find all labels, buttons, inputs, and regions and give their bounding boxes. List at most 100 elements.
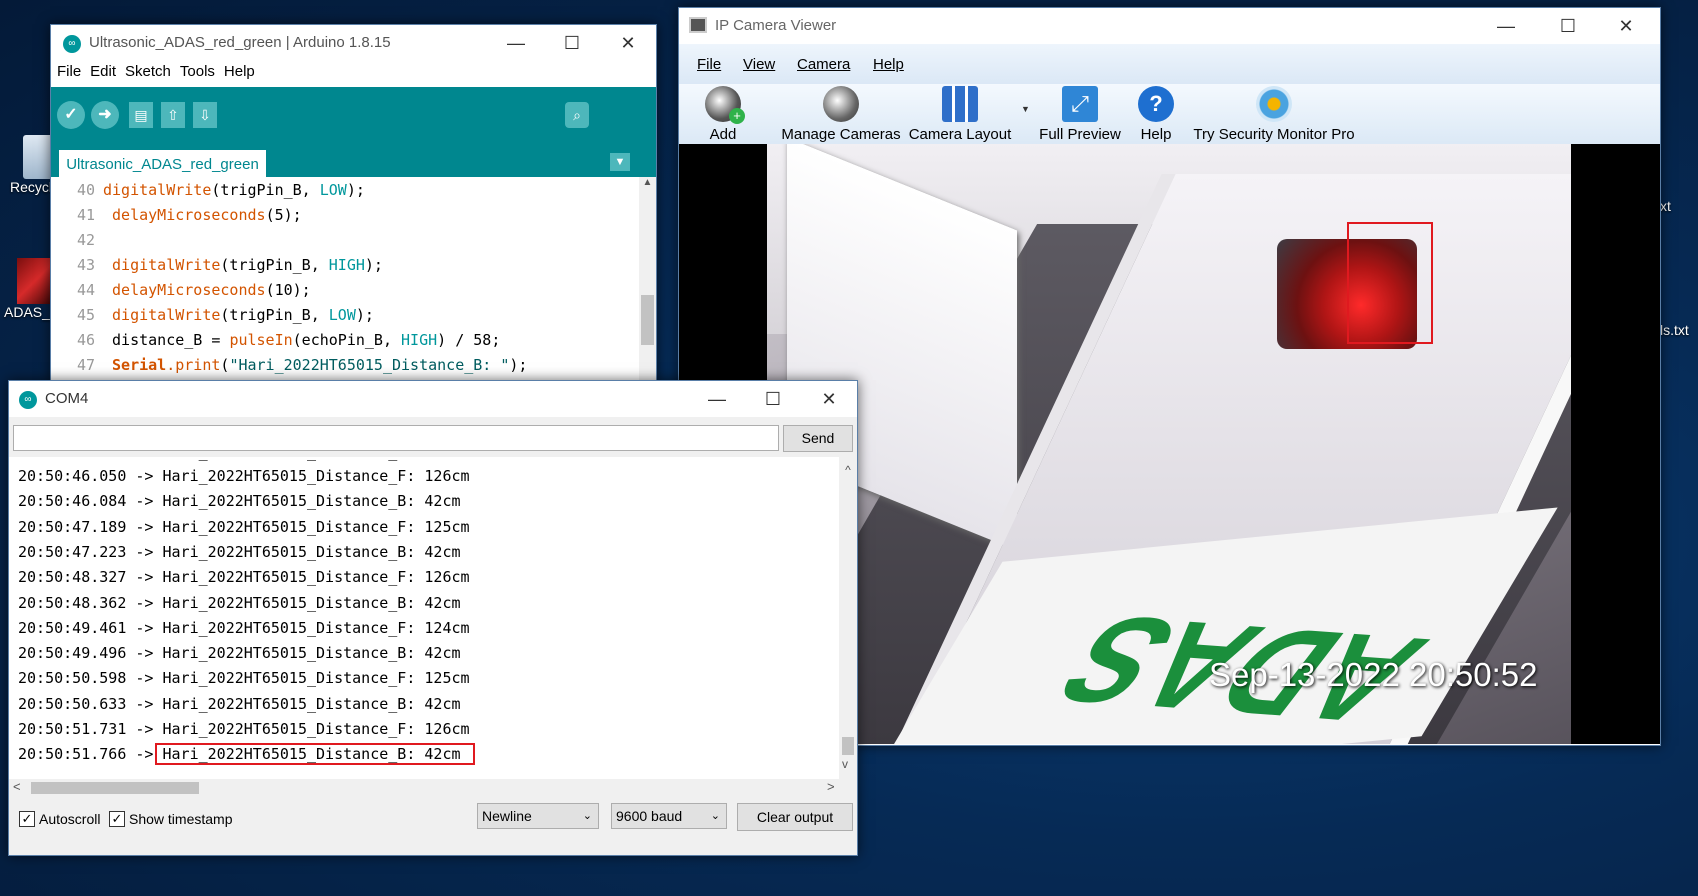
code-args: (5);	[265, 206, 302, 224]
feed-timestamp: Sep-13-2022 20:50:52	[1209, 656, 1538, 693]
line-number: 40	[76, 181, 95, 199]
code-function: .print	[166, 356, 221, 374]
code-line: 41 delayMicroseconds(5);	[51, 206, 302, 231]
arduino-titlebar[interactable]: ∞ Ultrasonic_ADAS_red_green | Arduino 1.…	[51, 25, 656, 61]
close-button[interactable]: ✕	[1598, 8, 1654, 44]
minimize-button[interactable]: —	[488, 25, 544, 61]
scroll-up-icon[interactable]: ^	[839, 463, 857, 477]
desktop-file-label[interactable]: xt	[1660, 198, 1671, 214]
arduino-logo-icon: ∞	[63, 35, 81, 53]
close-button[interactable]: ✕	[801, 381, 857, 417]
manage-cameras-icon	[823, 86, 859, 122]
editor-scrollbar[interactable]: ▲	[639, 177, 656, 385]
menu-view[interactable]: View	[743, 56, 775, 73]
camera-image: ADAS	[767, 144, 1571, 744]
camera-layout-button[interactable]: Camera Layout	[907, 86, 1013, 143]
close-button[interactable]: ✕	[600, 25, 656, 61]
code-object: Serial	[112, 356, 167, 374]
menu-edit[interactable]: Edit	[90, 63, 116, 80]
menu-help[interactable]: Help	[224, 63, 255, 80]
serial-footer: ✓ Autoscroll ✓ Show timestamp Newline ⌄ …	[9, 799, 857, 855]
scroll-right-icon[interactable]: >	[827, 779, 835, 794]
output-vertical-scrollbar[interactable]: ^ v	[839, 457, 857, 779]
desktop-file-label[interactable]: ls.txt	[1660, 322, 1689, 338]
scroll-down-icon[interactable]: v	[842, 757, 848, 771]
code-args: (trigPin_B,	[220, 256, 329, 274]
maximize-button[interactable]: ☐	[1540, 8, 1596, 44]
code-function: digitalWrite	[112, 256, 221, 274]
highlighted-reading: Hari_2022HT65015_Distance_B: 42cm	[154, 743, 475, 766]
menu-sketch[interactable]: Sketch	[125, 63, 171, 80]
help-label: Help	[1140, 126, 1172, 143]
maximize-button[interactable]: ☐	[745, 381, 801, 417]
serial-line: 20:50:51.731 -> Hari_2022HT65015_Distanc…	[18, 720, 470, 738]
minimize-button[interactable]: —	[1478, 8, 1534, 44]
menu-camera[interactable]: Camera	[797, 56, 850, 73]
serial-line-prefix: 20:50:51.766 ->	[18, 745, 154, 764]
line-number: 46	[76, 331, 95, 349]
upload-button[interactable]: ➜	[91, 101, 119, 129]
clear-output-button[interactable]: Clear output	[737, 803, 853, 831]
minimize-button[interactable]: —	[689, 381, 745, 417]
target-icon	[1256, 86, 1292, 122]
serial-monitor-button[interactable]: ⌕	[565, 102, 589, 128]
scrollbar-thumb[interactable]	[842, 737, 854, 755]
sketch-tab[interactable]: Ultrasonic_ADAS_red_green	[59, 150, 266, 178]
code-text: distance_B =	[112, 331, 230, 349]
scrollbar-thumb[interactable]	[31, 782, 199, 794]
layout-dropdown-chevron-down-icon[interactable]: ▼	[1021, 104, 1030, 114]
full-preview-button[interactable]: ⤢ Full Preview	[1035, 86, 1125, 143]
send-button[interactable]: Send	[783, 425, 853, 452]
serial-line: 20:50:50.633 -> Hari_2022HT65015_Distanc…	[18, 694, 461, 713]
line-ending-value: Newline	[482, 808, 532, 824]
code-tail: );	[346, 181, 365, 199]
serial-titlebar[interactable]: ∞ COM4 — ☐ ✕	[9, 381, 857, 417]
maximize-button[interactable]: ☐	[544, 25, 600, 61]
code-text: );	[509, 356, 528, 374]
save-sketch-button[interactable]: ⇩	[193, 102, 217, 128]
menu-help[interactable]: Help	[873, 56, 904, 73]
manage-cameras-button[interactable]: Manage Cameras	[781, 86, 901, 143]
chevron-down-icon: ⌄	[582, 810, 592, 822]
manage-cameras-label: Manage Cameras	[781, 126, 901, 143]
autoscroll-checkbox[interactable]: ✓	[19, 811, 35, 827]
scroll-up-icon[interactable]: ▲	[639, 177, 656, 188]
code-args: (trigPin_B,	[211, 181, 320, 199]
code-function: delayMicroseconds	[112, 206, 266, 224]
open-sketch-button[interactable]: ⇧	[161, 102, 185, 128]
full-preview-label: Full Preview	[1039, 126, 1121, 143]
code-line: 46 distance_B = pulseIn(echoPin_B, HIGH)…	[51, 331, 500, 356]
output-horizontal-scrollbar[interactable]: < >	[9, 779, 857, 797]
ipcam-titlebar[interactable]: IP Camera Viewer — ☐ ✕	[679, 8, 1660, 44]
show-timestamp-checkbox[interactable]: ✓	[109, 811, 125, 827]
serial-send-input[interactable]	[13, 425, 779, 451]
serial-line: 20:50:49.461 -> Hari_2022HT65015_Distanc…	[18, 618, 470, 637]
verify-button[interactable]: ✓	[57, 101, 85, 129]
new-sketch-button[interactable]: ▤	[129, 102, 153, 128]
code-editor[interactable]: 40 digitalWrite(trigPin_B, LOW); 41 delayM…	[51, 177, 639, 385]
arduino-toolbar: ✓ ➜ ▤ ⇧ ⇩ ⌕ Ultrasonic_ADAS_red_green ▼	[51, 87, 656, 178]
scroll-left-icon[interactable]: <	[13, 779, 21, 794]
ipcam-toolbar: + Add Camera Manage Cameras Camera Layou…	[679, 84, 1660, 160]
code-args: (10);	[265, 281, 311, 299]
baud-rate-select[interactable]: 9600 baud ⌄	[611, 803, 727, 829]
camera-layout-label: Camera Layout	[908, 126, 1012, 143]
menu-file[interactable]: File	[57, 63, 81, 80]
menu-file[interactable]: File	[697, 56, 721, 73]
try-security-monitor-pro-button[interactable]: Try Security Monitor Pro	[1189, 86, 1359, 143]
help-button[interactable]: ? Help	[1131, 86, 1181, 143]
menu-tools[interactable]: Tools	[180, 63, 215, 80]
code-args: (trigPin_B,	[220, 306, 329, 324]
tab-menu-chevron-down-icon[interactable]: ▼	[610, 153, 630, 171]
autoscroll-label: Autoscroll	[39, 811, 101, 827]
serial-line: 20:50:46.050 -> Hari_2022HT65015_Distanc…	[18, 467, 470, 485]
camera-app-icon	[689, 17, 707, 33]
serial-output[interactable]: 20:50:44.947 -> Hari_2022HT65015_Distanc…	[9, 457, 839, 779]
chevron-down-icon: ⌄	[710, 810, 720, 822]
code-function: digitalWrite	[112, 306, 221, 324]
code-function: digitalWrite	[103, 181, 212, 199]
scrollbar-thumb[interactable]	[641, 295, 654, 345]
code-line: 40 digitalWrite(trigPin_B, LOW);	[51, 181, 365, 206]
code-line: 43 digitalWrite(trigPin_B, HIGH);	[51, 256, 383, 281]
line-ending-select[interactable]: Newline ⌄	[477, 803, 599, 829]
